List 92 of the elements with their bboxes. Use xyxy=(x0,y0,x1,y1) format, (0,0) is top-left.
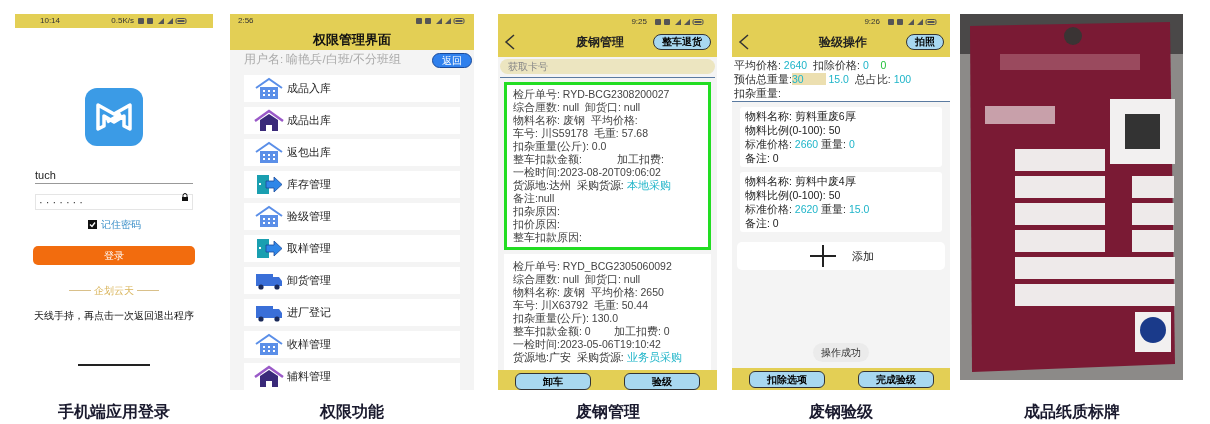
check-icon xyxy=(88,221,96,228)
action-button[interactable]: 验级 xyxy=(624,372,701,390)
menu-item[interactable]: 成品出库 xyxy=(244,107,460,134)
record-card[interactable]: 检斤单号: RYD_BCG2305060092 综合厘数: null 卸货口: null 物料名称: 废钢 平均价格: 2650 车号: 川X63792 毛重: 50.44 扣杂重量(公斤): 130.0 整车扣款金额: 0 加工扣费: 0 一检时间:2023-05-06T19:10:42 货源地:广安 采购货源: 业务员采购 xyxy=(504,254,711,370)
checkbox-label: 记住密码 xyxy=(100,218,141,232)
menu-item[interactable]: 进厂登记 xyxy=(244,299,460,326)
status-speed: 0.5K/s xyxy=(111,15,134,27)
search-field[interactable]: 获取卡号 xyxy=(500,59,715,74)
screen-title: 验级操作 xyxy=(819,34,867,51)
toast-message: 天线手持，再点击一次返回退出程序 xyxy=(33,309,195,323)
building-icon xyxy=(254,77,284,100)
action-button[interactable]: 扣除选项 xyxy=(748,370,825,388)
lock-icon xyxy=(181,193,189,201)
home-indicator xyxy=(78,364,150,366)
record-line: 车号: 川S59178 毛重: 57.68 xyxy=(513,127,649,140)
record-line: 备注:null xyxy=(513,192,556,205)
material-line: 标准价格: 2620 重量: 15.0 xyxy=(745,202,871,216)
caption: 废钢验级 xyxy=(808,402,874,422)
record-line: 综合厘数: null 卸货口: null xyxy=(513,273,642,286)
username-field[interactable]: tuch xyxy=(35,168,193,184)
menu-item[interactable]: 库存管理 xyxy=(244,171,460,198)
menu-item[interactable]: 返包出库 xyxy=(244,139,460,166)
record-line: 货源地:达州 采购货源: 本地采购 xyxy=(513,179,672,192)
material-line: 物料比例(0-100): 50 xyxy=(745,188,842,202)
record-line: 整车扣款原因: xyxy=(513,231,583,244)
menu-item[interactable]: 辅料管理 xyxy=(244,363,460,390)
record-line: 一检时间:2023-05-06T19:10:42 xyxy=(513,338,662,351)
status-icons xyxy=(888,17,938,26)
record-line: 整车扣款金额: 加工扣费: xyxy=(513,153,665,166)
summary-line: 平均价格: 2640 扣除价格: 0 0 xyxy=(734,58,888,72)
footer-brand: 企划云天 xyxy=(94,284,134,298)
record-line: 扣杂重量(公斤): 0.0 xyxy=(513,140,608,153)
screen-title: 废钢管理 xyxy=(575,34,624,51)
menu-item[interactable]: 取样管理 xyxy=(244,235,460,262)
action-button[interactable]: 完成验级 xyxy=(857,370,934,388)
status-time: 9:26 xyxy=(864,15,880,28)
status-time: 9:25 xyxy=(631,15,647,28)
password-field[interactable]: · · · · · · · xyxy=(35,194,193,211)
screen-title: 权限管理界面 xyxy=(312,31,392,49)
user-info: 用户名: 喻艳兵/白班/不分班组 xyxy=(244,52,401,68)
building-icon xyxy=(254,333,284,356)
caption: 废钢管理 xyxy=(574,402,641,422)
material-line: 标准价格: 2660 重量: 0 xyxy=(745,137,856,151)
material-line: 物料名称: 剪料中废4厚 xyxy=(745,174,857,188)
action-button[interactable]: 卸车 xyxy=(514,372,591,390)
material-line: 物料比例(0-100): 50 xyxy=(745,123,842,137)
record-line: 整车扣款金额: 0 加工扣费: 0 xyxy=(513,325,671,338)
caption: 手机端应用登录 xyxy=(57,402,171,422)
toast-message: 操作成功 xyxy=(813,343,869,362)
caption: 权限功能 xyxy=(318,402,385,422)
record-line: 扣杂原因: xyxy=(513,205,561,218)
material-line: 备注: 0 xyxy=(745,216,780,230)
building-icon xyxy=(254,141,284,164)
checkbox[interactable] xyxy=(87,220,97,229)
status-time: 10:14 xyxy=(40,15,61,27)
record-line: 车号: 川X63792 毛重: 50.44 xyxy=(513,299,649,312)
house-icon xyxy=(254,109,284,132)
door-arrow-icon xyxy=(254,173,284,196)
record-line: 扣价原因: xyxy=(513,218,561,231)
back-icon[interactable] xyxy=(738,34,750,50)
menu-item[interactable]: 收样管理 xyxy=(244,331,460,358)
house-icon xyxy=(254,365,284,388)
back-button[interactable]: 返回 xyxy=(432,52,472,68)
record-line: 物料名称: 废钢 平均价格: 2650 xyxy=(513,286,665,299)
header-button[interactable]: 整车退货 xyxy=(653,34,711,50)
menu-item[interactable]: 卸货管理 xyxy=(244,267,460,294)
record-line: 货源地:广安 采购货源: 业务员采购 xyxy=(513,351,683,364)
caption: 成品纸质标牌 xyxy=(1022,402,1121,422)
app-logo-icon xyxy=(85,88,143,146)
status-time: 2:56 xyxy=(238,14,254,27)
summary-line: 预估总重量:30 15.0 总占比: 100 xyxy=(734,72,913,86)
material-line: 物料名称: 剪料重废6厚 xyxy=(745,109,857,123)
status-icons xyxy=(416,16,466,25)
menu-item[interactable]: 成品入库 xyxy=(244,75,460,102)
plus-icon xyxy=(808,244,838,268)
record-line: 检斤单号: RYD_BCG2305060092 xyxy=(513,260,673,273)
status-icons xyxy=(138,17,188,25)
menu-item[interactable]: 验级管理 xyxy=(244,203,460,230)
add-button[interactable]: 添加 xyxy=(737,242,945,270)
door-arrow-icon xyxy=(254,237,284,260)
header-button[interactable]: 拍照 xyxy=(906,34,944,50)
record-line: 扣杂重量(公斤): 130.0 xyxy=(513,312,620,325)
record-line: 综合厘数: null 卸货口: null xyxy=(513,101,642,114)
building-icon xyxy=(254,205,284,228)
material-line: 备注: 0 xyxy=(745,151,780,165)
record-line: 物料名称: 废钢 平均价格: xyxy=(513,114,639,127)
back-icon[interactable] xyxy=(504,34,516,50)
status-icons xyxy=(655,17,705,26)
summary-line: 扣杂重量: xyxy=(734,86,782,100)
record-line: 检斤单号: RYD-BCG2308200027 xyxy=(513,88,671,101)
record-card[interactable]: 检斤单号: RYD-BCG2308200027 综合厘数: null 卸货口: null 物料名称: 废钢 平均价格: 车号: 川S59178 毛重: 57.68 扣杂重量(公斤): 0.0 整车扣款金额: 加工扣费: 一检时间:2023-08-20T09:06:02 货源地:达州 采购货源: 本地采购 备注:null 扣杂原因: 扣价原因: 整车扣款原因: xyxy=(504,82,711,250)
record-line: 一检时间:2023-08-20T09:06:02 xyxy=(513,166,662,179)
